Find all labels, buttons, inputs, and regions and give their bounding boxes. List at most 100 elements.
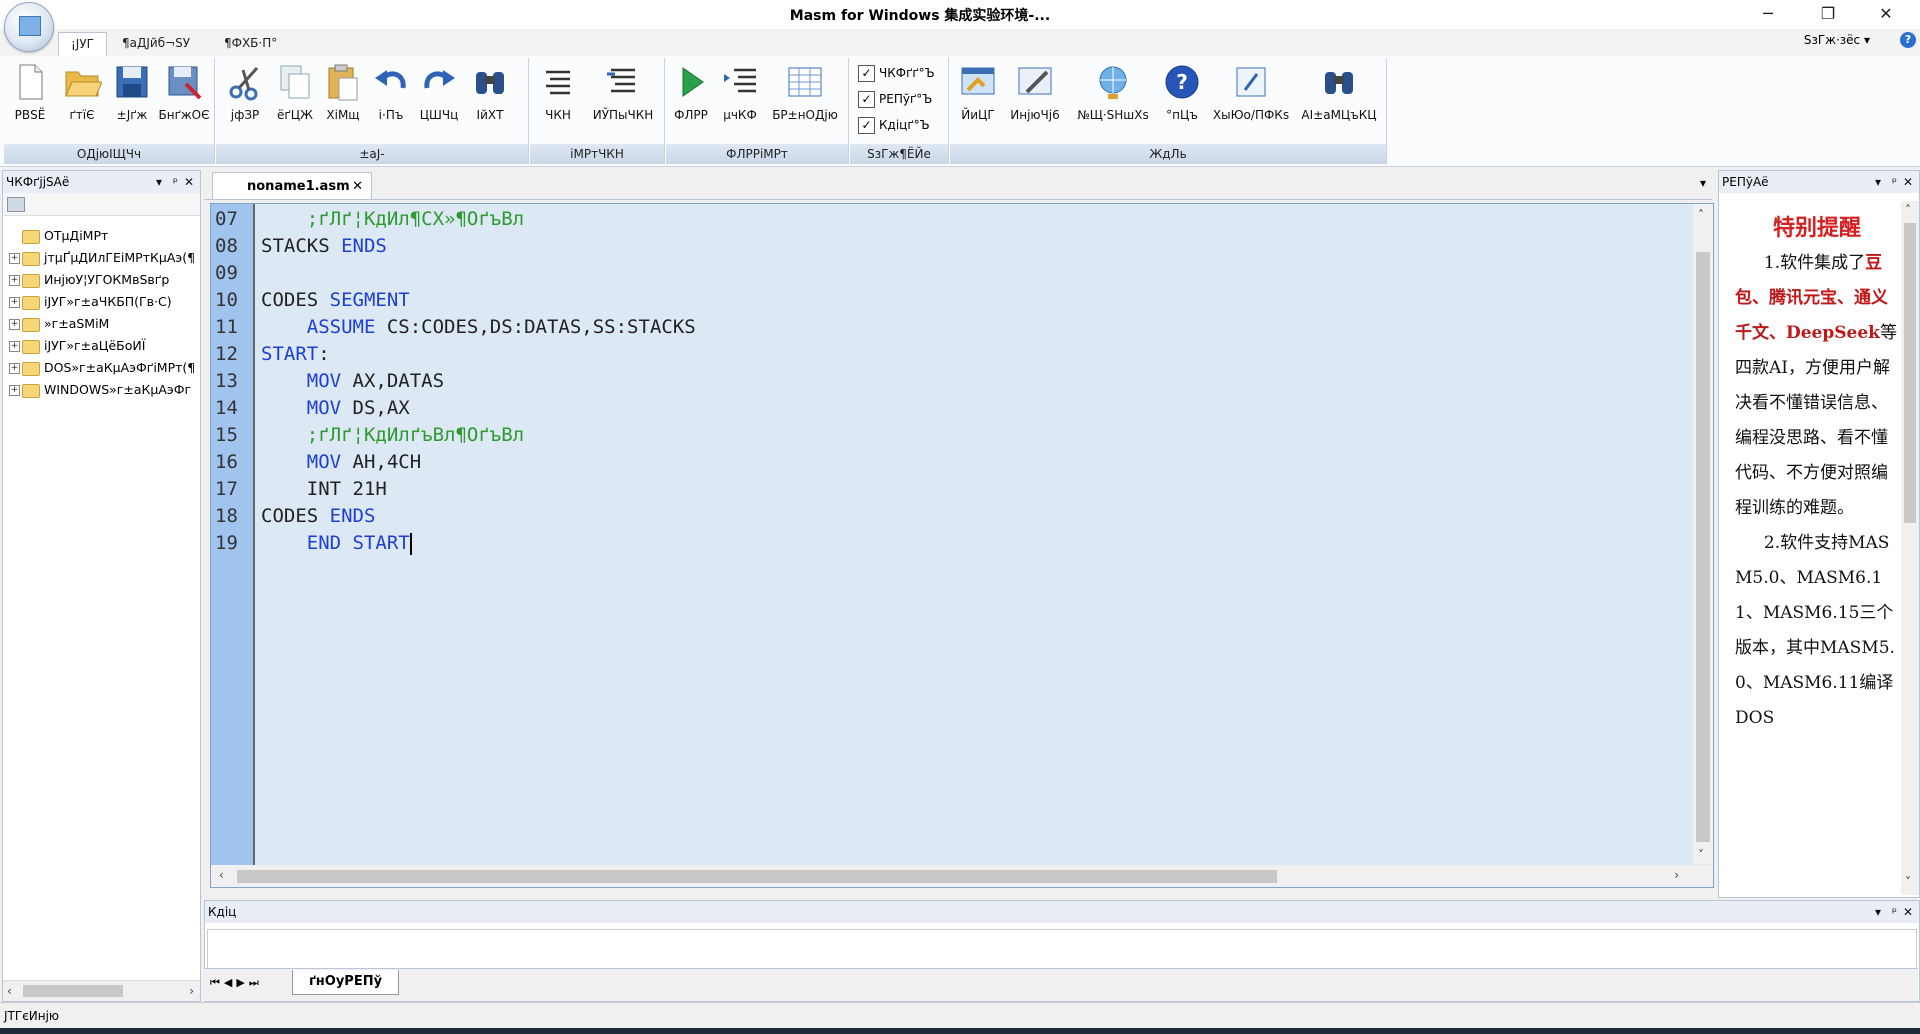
editor-vertical-scrollbar[interactable]: ˄ ˅ [1693, 204, 1713, 864]
code-line[interactable]: 17 INT 21H [211, 476, 1681, 503]
debug-button[interactable]: µчКФ [718, 60, 762, 138]
close-tab-icon[interactable]: ✕ [352, 173, 363, 200]
save-button[interactable]: ±Јґж [110, 60, 154, 138]
info-vertical-scrollbar[interactable]: ˄ ˅ [1901, 201, 1919, 895]
redo-button[interactable]: ЦШЧц [418, 60, 460, 138]
scroll-left-arrow-icon[interactable]: ‹ [219, 868, 224, 882]
expand-toggle-icon[interactable]: + [9, 275, 20, 286]
close-icon[interactable]: ✕ [1903, 171, 1913, 193]
output-window-checkbox[interactable]: ✓ Кдіцґ°Ъ [858, 114, 930, 136]
run-button[interactable]: ФЛРР [670, 60, 712, 138]
scroll-down-arrow-icon[interactable]: ˅ [1698, 848, 1704, 862]
style-menu[interactable]: SзГж·зёс ▾ [1804, 33, 1870, 47]
uncomment-button[interactable]: ИЎПыЧКН [586, 60, 660, 138]
code-line[interactable]: 18 CODES ENDS [211, 503, 1681, 530]
tree-item[interactable]: + WINDOWS»г±аКµАэФг [9, 379, 199, 401]
scroll-right-arrow-icon[interactable]: › [1674, 868, 1679, 882]
prev-tab-icon[interactable]: ◀ [224, 976, 236, 989]
paste-button[interactable]: ХіМщ [322, 60, 364, 138]
list-file-label: БР±нОДјю [772, 108, 838, 122]
dropdown-icon[interactable]: ▾ [156, 171, 162, 193]
tree-item[interactable]: + DOS»г±аКµАэФґіМРт(¶ [9, 357, 199, 379]
cut-button[interactable]: јфЗР [224, 60, 266, 138]
code-editor[interactable]: 07 ;ґЛґ¦КдИл¶СХ»¶ОґъВл 08 STACKS ENDS 09 10 C… [210, 203, 1714, 888]
next-tab-icon[interactable]: ▶ [236, 976, 248, 989]
undo-button[interactable]: і·Пъ [370, 60, 412, 138]
close-button[interactable]: ✕ [1858, 0, 1914, 29]
last-tab-icon[interactable]: ⏭ [249, 976, 263, 989]
code-line[interactable]: 19 END START [211, 530, 1681, 557]
tab-dialog[interactable]: ¶ФХБ·П° [212, 32, 289, 54]
minimize-button[interactable]: ─ [1740, 0, 1796, 29]
dropdown-icon[interactable]: ▾ [1875, 171, 1881, 193]
close-icon[interactable]: ✕ [1903, 901, 1913, 923]
tree-item[interactable]: + ИнјюУ¦УГОКМвЅвґр [9, 269, 199, 291]
output-text-area[interactable] [207, 929, 1917, 969]
code-line[interactable]: 16 MOV AH,4CH [211, 449, 1681, 476]
tree-item[interactable]: + јтµҐµДИлГЕіМРтКµАэ(¶ [9, 247, 199, 269]
code-line[interactable]: 15 ;ґЛґ¦КдИлґъВл¶ОґъВл [211, 422, 1681, 449]
save-as-button[interactable]: БнґжОЄ [158, 60, 210, 138]
tab-nav-arrows[interactable]: ⏮◀▶⏭ [210, 976, 263, 990]
open-folder-tool-icon[interactable] [7, 197, 25, 212]
error-info-tab[interactable]: ґнОуРЕПў [292, 970, 400, 995]
scroll-up-arrow-icon[interactable]: ˄ [1698, 208, 1704, 222]
info-window-checkbox[interactable]: ✓ РЕПўґ°Ъ [858, 88, 932, 110]
ai-assistant-button[interactable]: AI±аМЦъКЦ [1296, 60, 1382, 138]
scroll-down-arrow-icon[interactable]: ˅ [1905, 875, 1911, 889]
find-button[interactable]: ІйХТ [468, 60, 512, 138]
scroll-left-arrow-icon[interactable]: ‹ [7, 984, 12, 998]
tree-item[interactable]: + іЈУГ»г±аЦёБоИЇ [9, 335, 199, 357]
pin-icon[interactable]: ᵖ [173, 171, 178, 193]
tree-item[interactable]: +ОТµДіМРт [9, 225, 199, 247]
settings-button[interactable]: ЙиЦГ [956, 60, 1000, 138]
first-tab-icon[interactable]: ⏮ [210, 976, 224, 989]
pin-icon[interactable]: ᵖ [1892, 901, 1897, 923]
pin-icon[interactable]: ᵖ [1892, 171, 1897, 193]
document-tab[interactable]: noname1.asm ✕ [212, 172, 372, 199]
expand-toggle-icon[interactable]: + [9, 319, 20, 330]
expand-toggle-icon[interactable]: + [9, 253, 20, 264]
app-menu-button[interactable] [4, 2, 54, 52]
expand-toggle-icon[interactable]: + [9, 363, 20, 374]
source-window-checkbox[interactable]: ✓ ЧКФґґ°Ъ [858, 62, 935, 84]
code-line[interactable]: 13 MOV AX,DATAS [211, 368, 1681, 395]
open-button[interactable]: ґтїЄ [60, 60, 104, 138]
official-website-button[interactable]: №Щ·SНшХѕ [1074, 60, 1152, 138]
tab-list-dropdown-icon[interactable]: ▾ [1700, 176, 1706, 190]
scroll-thumb[interactable] [23, 985, 123, 997]
tree-item[interactable]: + »г±аSМіМ [9, 313, 199, 335]
restore-button[interactable]: ❐ [1800, 0, 1856, 29]
software-tools-button[interactable]: ИнјюЧј6 [1004, 60, 1066, 138]
code-line[interactable]: 12 START: [211, 341, 1681, 368]
code-line[interactable]: 14 MOV DS,AX [211, 395, 1681, 422]
expand-toggle-icon[interactable]: + [9, 341, 20, 352]
code-line[interactable]: 08 STACKS ENDS [211, 233, 1681, 260]
list-file-button[interactable]: БР±нОДјю [768, 60, 842, 138]
scroll-up-arrow-icon[interactable]: ˄ [1905, 203, 1911, 217]
tree-item[interactable]: + іЈУГ»г±аЧКБП(Гв·С) [9, 291, 199, 313]
left-horizontal-scrollbar[interactable]: ‹ › [3, 980, 200, 1001]
scroll-thumb[interactable] [1696, 252, 1710, 842]
new-button[interactable]: РВЅЁ [8, 60, 52, 138]
format-button[interactable]: ХыЮо/ПФКѕ [1212, 60, 1290, 138]
code-line[interactable]: 11 ASSUME CS:CODES,DS:DATAS,SS:STACKS [211, 314, 1681, 341]
scroll-right-arrow-icon[interactable]: › [189, 984, 194, 998]
help-icon[interactable]: ? [1900, 32, 1916, 48]
scroll-thumb[interactable] [1904, 223, 1916, 523]
tab-view[interactable]: ¶аДЈйб¬SУ [110, 32, 202, 54]
help-button[interactable]: ? °пЦъ [1160, 60, 1204, 138]
close-icon[interactable]: ✕ [184, 171, 194, 193]
expand-toggle-icon[interactable]: + [9, 297, 20, 308]
keyword-token: END [261, 532, 353, 554]
tab-home[interactable]: ¡ЈУГ [58, 32, 107, 57]
dropdown-icon[interactable]: ▾ [1875, 901, 1881, 923]
copy-button[interactable]: ёґЦЖ [274, 60, 316, 138]
expand-toggle-icon[interactable]: + [9, 385, 20, 396]
code-line[interactable]: 07 ;ґЛґ¦КдИл¶СХ»¶ОґъВл [211, 206, 1681, 233]
scroll-thumb[interactable] [237, 870, 1277, 883]
comment-button[interactable]: ЧКН [536, 60, 580, 138]
editor-horizontal-scrollbar[interactable]: ‹ › [211, 865, 1713, 887]
code-line[interactable]: 09 [211, 260, 1681, 287]
code-line[interactable]: 10 CODES SEGMENT [211, 287, 1681, 314]
